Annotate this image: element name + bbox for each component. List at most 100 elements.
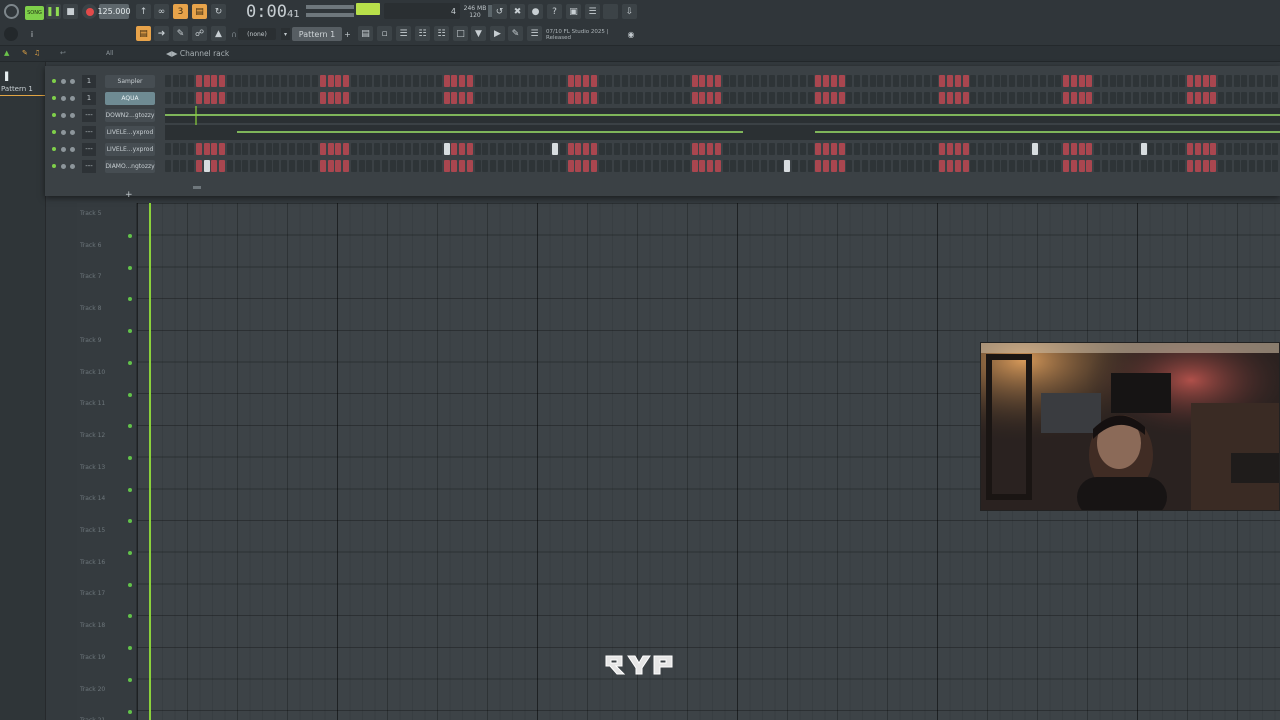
file-icon[interactable]: □ [453,26,468,41]
step-button[interactable] [606,75,613,87]
step-button[interactable] [1241,143,1248,155]
playhead[interactable] [149,203,151,720]
step-button[interactable] [405,75,412,87]
step-button[interactable] [1001,75,1008,87]
step-button[interactable] [1163,75,1170,87]
channel-volume-knob[interactable] [70,164,75,169]
step-button[interactable] [358,143,365,155]
channel-volume-knob[interactable] [70,79,75,84]
channel-mute-led[interactable] [52,113,56,117]
step-button[interactable] [234,143,241,155]
step-button[interactable] [815,143,822,155]
step-button[interactable] [799,75,806,87]
step-button[interactable] [1024,92,1031,104]
step-button[interactable] [823,143,830,155]
step-button[interactable] [1039,143,1046,155]
step-button[interactable] [1063,92,1070,104]
step-button[interactable] [1171,75,1178,87]
step-button[interactable] [1187,75,1194,87]
step-button[interactable] [1078,143,1085,155]
step-button[interactable] [436,75,442,87]
step-button[interactable] [366,75,373,87]
step-button[interactable] [1210,160,1217,172]
step-button[interactable] [645,92,652,104]
step-button[interactable] [985,75,992,87]
step-button[interactable] [397,92,404,104]
step-button[interactable] [1024,143,1031,155]
step-button[interactable] [722,75,729,87]
step-button[interactable] [645,75,652,87]
download-icon[interactable]: ⇩ [622,4,637,19]
step-button[interactable] [273,75,280,87]
step-button[interactable] [668,160,675,172]
step-button[interactable] [513,75,520,87]
step-button[interactable] [885,92,892,104]
channel-pan-knob[interactable] [61,113,66,118]
link-icon[interactable]: ☍ [192,26,207,41]
step-button[interactable] [343,160,350,172]
step-button[interactable] [707,160,713,172]
step-button[interactable] [1225,160,1232,172]
step-button[interactable] [436,92,442,104]
step-button[interactable] [482,75,489,87]
step-button[interactable] [590,143,597,155]
step-button[interactable] [699,92,706,104]
step-button[interactable] [978,75,985,87]
step-button[interactable] [312,75,319,87]
step-button[interactable] [350,143,357,155]
step-button[interactable] [203,143,210,155]
channel-name-button[interactable]: DIAMO...ngtozzy [105,160,155,173]
step-button[interactable] [846,75,853,87]
step-button[interactable] [505,92,512,104]
magnet-icon[interactable]: ∩ [230,28,238,40]
step-button[interactable] [544,92,551,104]
step-button[interactable] [536,143,543,155]
step-button[interactable] [1086,160,1093,172]
step-button[interactable] [265,160,272,172]
step-button[interactable] [1179,160,1186,172]
step-button[interactable] [830,143,837,155]
step-button[interactable] [1202,143,1209,155]
step-button[interactable] [366,92,373,104]
step-button[interactable] [978,143,985,155]
step-button[interactable] [714,143,721,155]
step-button[interactable] [211,92,218,104]
step-button[interactable] [1125,92,1132,104]
track-mute-led[interactable] [128,582,132,587]
step-button[interactable] [737,160,744,172]
step-button[interactable] [443,160,450,172]
track-label[interactable]: Track 18 [80,622,105,629]
step-button[interactable] [854,92,861,104]
channel-mute-led[interactable] [52,164,56,168]
step-button[interactable] [854,143,861,155]
step-button[interactable] [490,143,497,155]
step-button[interactable] [784,92,791,104]
step-button[interactable] [1225,92,1232,104]
step-button[interactable] [250,143,257,155]
channel-pan-knob[interactable] [61,96,66,101]
step-button[interactable] [776,143,783,155]
pause-button[interactable]: ❚❚ [46,4,61,19]
track-label[interactable]: Track 17 [80,590,105,597]
step-button[interactable] [273,143,280,155]
step-button[interactable] [807,92,814,104]
step-button[interactable] [1272,143,1279,155]
step-button[interactable] [1171,160,1178,172]
help-icon[interactable]: ? [547,4,562,19]
step-button[interactable] [962,92,969,104]
step-button[interactable] [861,75,868,87]
step-button[interactable] [1187,160,1194,172]
step-button[interactable] [1094,75,1101,87]
step-button[interactable] [621,160,628,172]
step-button[interactable] [397,160,404,172]
channel-mute-led[interactable] [52,79,56,83]
step-button[interactable] [908,143,915,155]
step-button[interactable] [947,160,954,172]
step-button[interactable] [195,160,202,172]
step-button[interactable] [490,160,497,172]
step-button[interactable] [645,160,652,172]
step-button[interactable] [482,92,489,104]
step-button[interactable] [1125,75,1132,87]
step-button[interactable] [830,160,837,172]
track-mute-led[interactable] [128,614,132,619]
